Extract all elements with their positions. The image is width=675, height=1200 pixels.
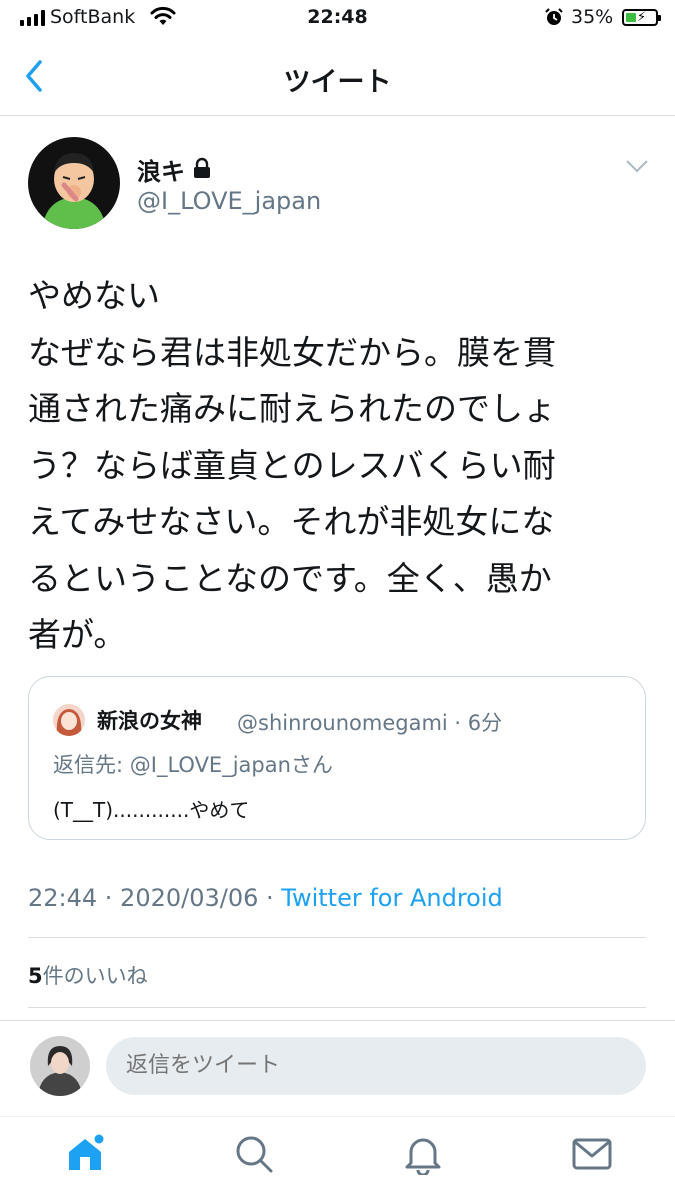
divider — [28, 937, 646, 938]
envelope-icon — [572, 1138, 612, 1170]
divider — [28, 1007, 646, 1008]
alarm-icon — [544, 7, 564, 31]
reply-to-prefix: 返信先: — [53, 753, 130, 777]
page-title: ツイート — [283, 67, 392, 98]
divider — [0, 1020, 675, 1021]
quoted-author-name: 新浪の女神 — [97, 709, 202, 733]
tab-notifications[interactable] — [401, 1132, 445, 1176]
tab-messages[interactable] — [570, 1132, 614, 1176]
reply-input[interactable] — [106, 1037, 646, 1095]
tabbar-divider — [0, 1116, 675, 1117]
tab-home[interactable] — [63, 1132, 107, 1176]
author-handle[interactable]: @I_LOVE_japan — [137, 187, 321, 215]
lock-icon — [193, 157, 211, 183]
battery-percent: 35% — [571, 6, 614, 28]
author-name[interactable]: 浪キ — [137, 152, 185, 187]
author-name-row: 浪キ — [137, 152, 211, 187]
quoted-author-avatar — [53, 704, 85, 736]
tweet-meta: 22:44 · 2020/03/06 · Twitter for Android — [28, 884, 503, 912]
tweet-source[interactable]: Twitter for Android — [281, 884, 502, 912]
reply-to-mention[interactable]: @I_LOVE_japan — [130, 753, 291, 777]
current-user-avatar — [30, 1036, 90, 1096]
likes-number: 5 — [28, 964, 43, 988]
quoted-reply-to: 返信先: @I_LOVE_japanさん — [53, 749, 333, 779]
chevron-down-icon — [626, 160, 648, 173]
likes-count[interactable]: 5件のいいね — [28, 960, 148, 990]
quoted-tweet[interactable]: 新浪の女神 @shinrounomegami · 6分 返信先: @I_LOVE… — [28, 676, 646, 840]
battery-fill — [626, 13, 636, 22]
status-bar: SoftBank 22:48 35% ⚡ — [0, 0, 675, 40]
author-avatar[interactable] — [28, 137, 120, 229]
search-icon — [236, 1136, 273, 1173]
home-icon — [69, 1134, 104, 1170]
tweet-timestamp: 22:44 · 2020/03/06 · — [28, 884, 282, 912]
tweet-menu-button[interactable] — [624, 158, 650, 178]
battery-icon: ⚡ — [622, 9, 661, 26]
quoted-tweet-text: (T__T)............やめて — [53, 798, 250, 822]
tab-search[interactable] — [232, 1132, 276, 1176]
likes-label: 件のいいね — [42, 964, 148, 988]
bell-icon — [405, 1138, 441, 1175]
reply-to-suffix: さん — [290, 753, 333, 777]
divider — [0, 115, 675, 116]
tweet-text: やめない なぜなら君は非処女だから。膜を貫 通された痛みに耐えられたのでしょ う… — [28, 276, 556, 654]
quoted-author-handle: @shinrounomegami · 6分 — [237, 711, 503, 735]
